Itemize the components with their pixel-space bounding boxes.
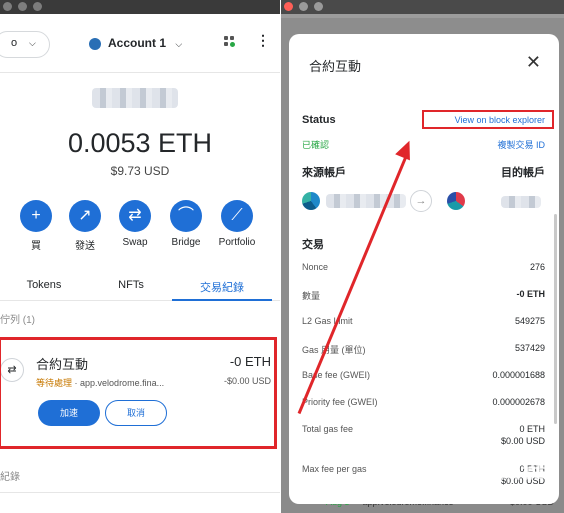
chevron-down-icon: ⌵: [175, 39, 183, 49]
to-address-redacted[interactable]: [501, 196, 541, 208]
to-label: 目的帳戶: [501, 167, 545, 179]
status-confirmed: 已確認: [302, 140, 330, 150]
block-explorer-link[interactable]: View on block explorer: [455, 115, 545, 125]
scrollbar[interactable]: [554, 214, 557, 424]
bridge-icon: ⌒: [170, 200, 202, 232]
detail-value: 0.000002678: [492, 397, 545, 407]
network-label: o: [11, 37, 18, 49]
section-title: 交易: [302, 239, 324, 251]
tab-activity[interactable]: 交易紀錄: [182, 279, 262, 295]
account-name: Account 1: [108, 36, 167, 50]
transaction-details-modal: 合約互動 ✕ Status View on block explorer 已確認…: [289, 34, 559, 504]
header-shadow: [281, 14, 564, 18]
detail-label: Total gas fee: [302, 424, 354, 434]
detail-label: 數量: [302, 291, 321, 301]
watermark-logo: [424, 447, 466, 489]
window-titlebar: [0, 0, 280, 14]
tab-tokens[interactable]: Tokens: [4, 279, 84, 291]
swap-icon: ⇄: [119, 200, 151, 232]
window-dot[interactable]: [3, 2, 12, 11]
highlight-box: [0, 337, 277, 449]
window-titlebar: [281, 0, 564, 14]
account-address-redacted[interactable]: [92, 88, 178, 108]
divider: [0, 492, 280, 493]
chart-icon: ⟋: [221, 200, 253, 232]
detail-label: L2 Gas Limit: [302, 316, 353, 326]
to-account-avatar: [447, 192, 465, 210]
status-label: Status: [302, 114, 336, 126]
balance-eth: 0.0053 ETH: [67, 128, 213, 158]
from-account-avatar: [302, 192, 320, 210]
balance-usd: $9.73 USD: [110, 164, 170, 178]
close-icon[interactable]: ✕: [526, 52, 541, 73]
detail-label: Priority fee (GWEI): [302, 397, 378, 407]
network-selector[interactable]: o ⌵: [0, 31, 50, 58]
detail-value: 0.000001688: [492, 370, 545, 380]
action-label: Portfolio: [218, 237, 256, 248]
more-menu-icon[interactable]: ⋮: [256, 32, 270, 49]
detail-value: 549275: [514, 316, 545, 326]
arrow-right-icon: →: [410, 190, 432, 212]
watermark-text: 路由器: [474, 456, 546, 483]
window-dot[interactable]: [33, 2, 42, 11]
detail-label: Gas 用量 (單位): [302, 345, 366, 355]
window-dot[interactable]: [18, 2, 27, 11]
detail-value: 276: [529, 262, 545, 272]
active-tab-indicator: [172, 299, 272, 301]
detail-value: 537429: [514, 343, 545, 353]
arrow-up-right-icon: ↗: [69, 200, 101, 232]
details-panel: Aug 3 · app.velodrome.finance -$0.00 USD…: [281, 0, 564, 513]
wallet-panel: o ⌵ Account 1 ⌵ ⋮ 0.0053 ETH $9.73 USD +…: [0, 0, 280, 513]
plus-icon: +: [20, 200, 52, 232]
queue-header: 佇列 (1): [0, 315, 35, 326]
detail-subvalue: $0.00 USD: [500, 436, 545, 446]
account-avatar: [89, 38, 101, 50]
window-dot[interactable]: [314, 2, 323, 11]
copy-tx-id-link[interactable]: 複製交易 ID: [497, 138, 545, 151]
from-address-redacted[interactable]: [326, 194, 406, 208]
detail-label: Max fee per gas: [302, 464, 367, 474]
detail-label: Nonce: [302, 262, 329, 272]
tab-nfts[interactable]: NFTs: [91, 279, 171, 291]
window-close-dot[interactable]: [284, 2, 293, 11]
modal-title: 合約互動: [309, 59, 362, 74]
detail-value: -0 ETH: [516, 289, 545, 299]
history-header: 紀錄: [0, 472, 20, 483]
from-label: 來源帳戶: [302, 167, 346, 179]
connected-sites-icon[interactable]: [222, 34, 236, 48]
header-bar: o ⌵ Account 1 ⌵ ⋮: [0, 14, 280, 73]
window-dot[interactable]: [299, 2, 308, 11]
chevron-down-icon: ⌵: [29, 38, 36, 48]
account-selector[interactable]: Account 1 ⌵: [108, 36, 182, 50]
detail-value: 0 ETH: [519, 424, 545, 434]
